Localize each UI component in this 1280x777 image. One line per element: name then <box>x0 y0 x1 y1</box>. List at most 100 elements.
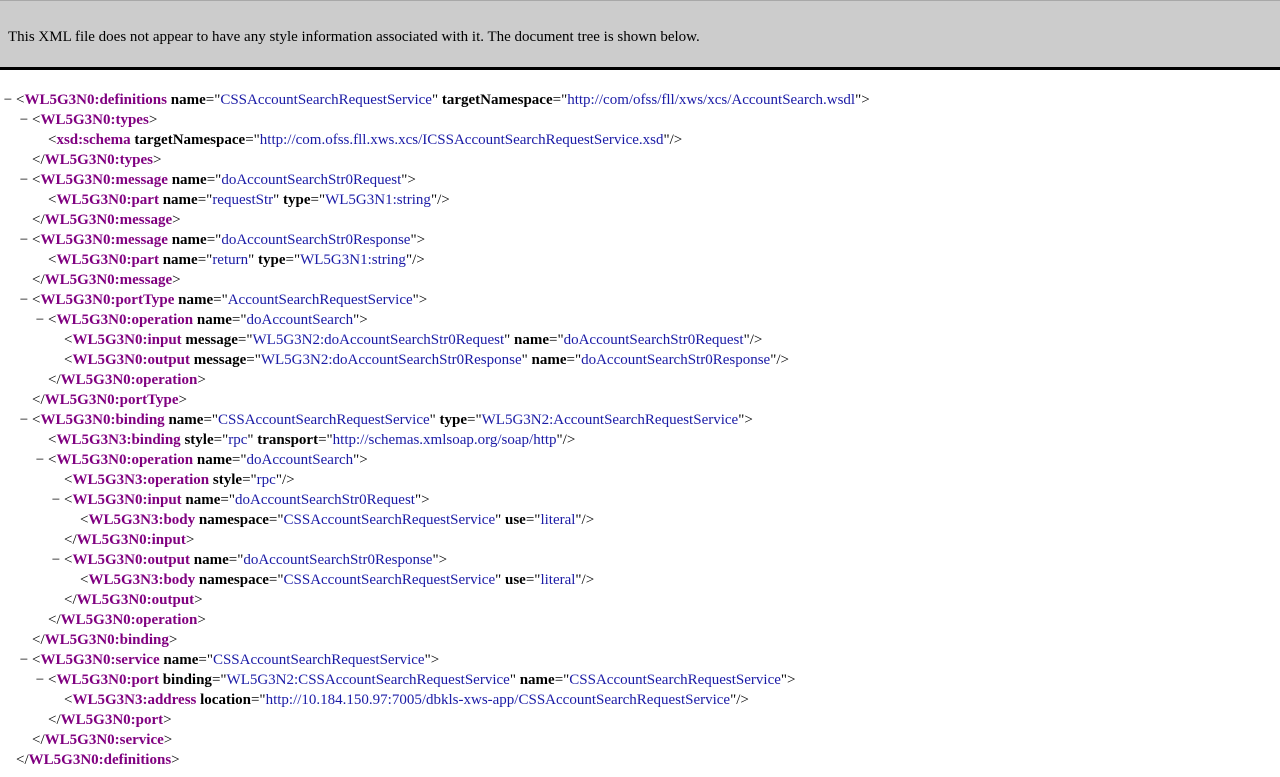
xml-tag-name: WL5G3N0:output <box>72 552 190 568</box>
xml-element: </WL5G3N0:port> <box>48 710 172 730</box>
xml-info-text: This XML file does not appear to have an… <box>8 29 700 45</box>
collapse-toggle-icon[interactable]: − <box>34 670 46 690</box>
tag-open-bracket: </ <box>48 712 61 728</box>
collapse-toggle-icon[interactable]: − <box>18 410 30 430</box>
attr-quote-open: =" <box>242 472 257 488</box>
xml-tag-name: WL5G3N0:operation <box>60 372 198 388</box>
collapse-toggle-icon[interactable]: − <box>50 490 62 510</box>
xml-tag-name: WL5G3N0:portType <box>40 292 175 308</box>
tag-close-bracket: > <box>416 232 426 248</box>
xml-tag-name: WL5G3N3:body <box>88 512 196 528</box>
attr-quote-open: =" <box>250 692 266 708</box>
xml-attr-value: http://com/ofss/fll/xws/xcs/AccountSearc… <box>567 92 856 108</box>
xml-tree-line: </WL5G3N0:operation> <box>0 370 1280 390</box>
attr-quote-open: =" <box>246 352 261 368</box>
attr-quote-close: " <box>495 512 502 528</box>
xml-tag-name: WL5G3N0:portType <box>44 392 179 408</box>
xml-attr-value: return <box>212 252 249 268</box>
xml-attr-name: namespace <box>198 572 269 588</box>
xml-attr-name: name <box>162 252 198 268</box>
xml-tree-line: <WL5G3N0:output message="WL5G3N2:doAccou… <box>0 350 1280 370</box>
xml-attr-name: name <box>171 232 207 248</box>
xml-tree-line: <WL5G3N3:binding style="rpc" transport="… <box>0 430 1280 450</box>
tag-close-bracket: > <box>148 112 158 128</box>
tag-close-bracket: /> <box>669 132 683 148</box>
collapse-toggle-icon[interactable]: − <box>50 550 62 570</box>
xml-tree-line: </WL5G3N0:definitions> <box>0 750 1280 770</box>
xml-tree-line: − <WL5G3N0:operation name="doAccountSearc… <box>0 450 1280 470</box>
xml-tree-line: − <WL5G3N0:types> <box>0 110 1280 130</box>
attr-quote-close: " <box>429 412 436 428</box>
xml-tag-name: WL5G3N0:output <box>72 352 190 368</box>
xml-element: </WL5G3N0:portType> <box>32 390 187 410</box>
attr-quote-open: =" <box>231 452 247 468</box>
xml-attr-value: http://com.ofss.fll.xws.xcs/ICSSAccountS… <box>259 132 664 148</box>
tag-close-bracket: > <box>421 492 430 508</box>
xml-tag-name: WL5G3N0:operation <box>56 452 194 468</box>
xml-tree-line: − <WL5G3N0:message name="doAccountSearchS… <box>0 170 1280 190</box>
xml-tag-name: WL5G3N0:binding <box>44 632 169 648</box>
tag-close-bracket: /> <box>776 352 789 368</box>
xml-element: </WL5G3N0:types> <box>32 150 161 170</box>
attr-quote-open: =" <box>231 312 247 328</box>
xml-attr-name: name <box>163 652 199 668</box>
xml-attr-name: name <box>162 192 198 208</box>
xml-attr-value: doAccountSearchStr0Response <box>581 352 771 368</box>
xml-attr-value: WL5G3N2:CSSAccountSearchRequestService <box>226 672 510 688</box>
xml-element: </WL5G3N0:binding> <box>32 630 177 650</box>
tag-open-bracket: </ <box>32 212 45 228</box>
xml-tree-line: <WL5G3N3:body namespace="CSSAccountSearc… <box>0 510 1280 530</box>
xml-attr-name: style <box>184 432 214 448</box>
collapse-toggle-icon[interactable]: − <box>18 170 30 190</box>
xml-tree-line: − <WL5G3N0:output name="doAccountSearchSt… <box>0 550 1280 570</box>
attr-quote-open: =" <box>203 412 219 428</box>
xml-attr-name: use <box>505 572 526 588</box>
tag-close-bracket: > <box>407 172 416 188</box>
xml-element: <WL5G3N0:input message="WL5G3N2:doAccoun… <box>64 330 762 350</box>
xml-element: </WL5G3N0:operation> <box>48 370 206 390</box>
xml-tag-name: WL5G3N0:operation <box>56 312 194 328</box>
attr-quote-open: =" <box>206 232 222 248</box>
attr-quote-open: =" <box>205 92 221 108</box>
xml-tag-name: WL5G3N0:service <box>40 652 160 668</box>
xml-attr-value: AccountSearchRequestService <box>227 292 413 308</box>
xml-attr-name: targetNamespace <box>134 132 246 148</box>
tag-close-bracket: /> <box>581 512 595 528</box>
collapse-toggle-icon[interactable]: − <box>18 650 30 670</box>
collapse-toggle-icon[interactable]: − <box>18 290 30 310</box>
attr-quote-close: " <box>509 672 516 688</box>
xml-tree-line: <WL5G3N0:part name="return" type="WL5G3N… <box>0 250 1280 270</box>
tag-close-bracket: /> <box>412 252 425 268</box>
collapse-toggle-icon[interactable]: − <box>34 310 46 330</box>
attr-quote-close: " <box>431 92 439 108</box>
xml-attr-name: name <box>171 172 207 188</box>
attr-quote-close: " <box>247 432 254 448</box>
attr-quote-open: =" <box>467 412 482 428</box>
tag-close-bracket: > <box>744 412 753 428</box>
xml-tag-name: WL5G3N0:types <box>44 152 153 168</box>
attr-quote-open: =" <box>525 572 541 588</box>
tag-open-bracket: </ <box>64 532 77 548</box>
xml-element: </WL5G3N0:message> <box>32 270 181 290</box>
xml-tag-name: WL5G3N0:types <box>40 112 149 128</box>
tag-close-bracket: /> <box>736 692 749 708</box>
collapse-toggle-icon[interactable]: − <box>18 110 30 130</box>
collapse-toggle-icon[interactable]: − <box>34 450 46 470</box>
xml-tag-name: WL5G3N0:operation <box>60 612 198 628</box>
xml-tree-line: − <WL5G3N0:input name="doAccountSearchStr… <box>0 490 1280 510</box>
collapse-toggle-icon[interactable]: − <box>2 90 14 110</box>
xml-element: </WL5G3N0:service> <box>32 730 172 750</box>
attr-quote-open: =" <box>228 552 244 568</box>
xml-element: <WL5G3N0:message name="doAccountSearchSt… <box>32 230 425 250</box>
xml-element: <WL5G3N0:message name="doAccountSearchSt… <box>32 170 416 190</box>
xml-attr-value: CSSAccountSearchRequestService <box>212 652 425 668</box>
tag-close-bracket: > <box>163 732 173 748</box>
xml-attr-name: type <box>283 192 311 208</box>
xml-tag-name: WL5G3N3:address <box>72 692 197 708</box>
tag-close-bracket: > <box>197 612 206 628</box>
collapse-toggle-icon[interactable]: − <box>18 230 30 250</box>
attr-quote-open: =" <box>213 432 229 448</box>
xml-tree-line: </WL5G3N0:port> <box>0 710 1280 730</box>
xml-attr-name: message <box>193 352 247 368</box>
xml-tree-line: </WL5G3N0:operation> <box>0 610 1280 630</box>
